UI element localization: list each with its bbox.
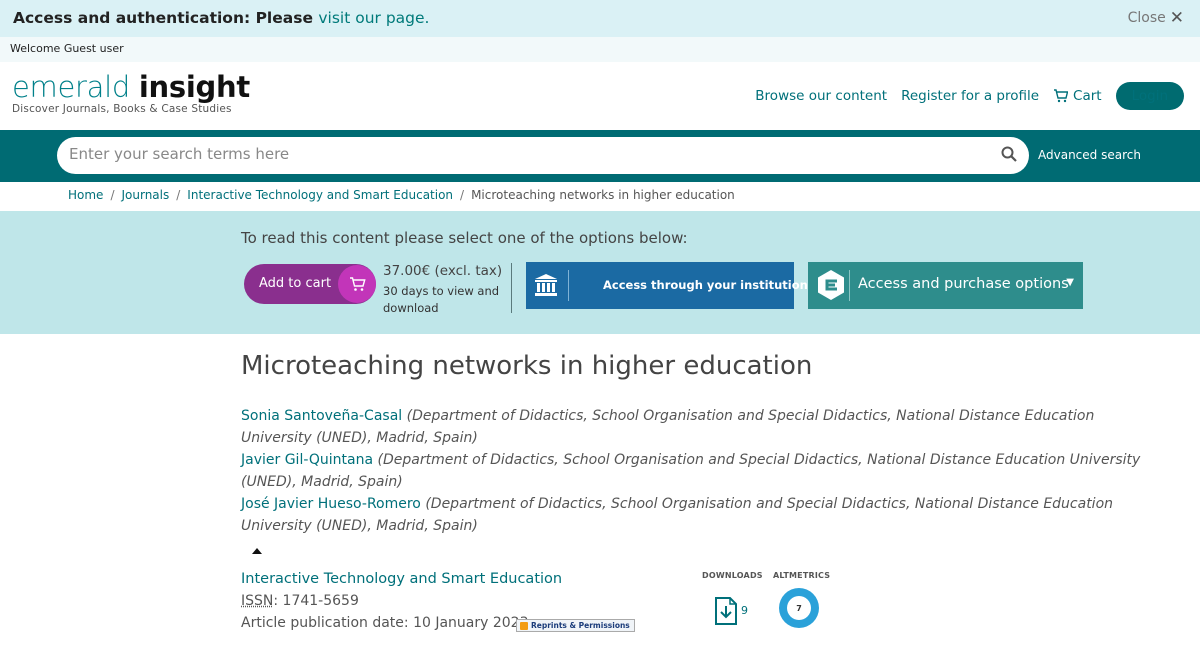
emerald-e-icon: [818, 270, 844, 300]
add-to-cart-button[interactable]: Add to cart: [244, 264, 376, 304]
cart-icon: [338, 265, 376, 303]
site-header: emerald insight Discover Journals, Books…: [0, 62, 1200, 130]
chevron-down-icon: ▼: [1066, 277, 1074, 288]
downloads-label: DOWNLOADS: [702, 571, 763, 580]
close-icon: ✕: [1169, 8, 1184, 28]
altmetric-score: 7: [787, 596, 811, 620]
close-banner-button[interactable]: Close ✕: [1127, 8, 1184, 28]
logo-tagline: Discover Journals, Books & Case Studies: [12, 103, 232, 115]
access-options-panel: To read this content please select one o…: [0, 211, 1200, 334]
access-instructions: To read this content please select one o…: [241, 229, 688, 247]
register-profile-link[interactable]: Register for a profile: [901, 88, 1039, 104]
author-entry: Sonia Santoveña-Casal (Department of Did…: [241, 405, 1146, 449]
visit-page-link[interactable]: visit our page.: [318, 9, 429, 27]
issn: ISSN: 1741-5659: [241, 593, 359, 609]
issn-value: : 1741-5659: [273, 593, 359, 609]
article-title: Microteaching networks in higher educati…: [241, 351, 813, 381]
author-name-link[interactable]: Sonia Santoveña-Casal: [241, 408, 402, 424]
publication-date: Article publication date: 10 January 202…: [241, 615, 529, 631]
author-list: Sonia Santoveña-Casal (Department of Did…: [241, 405, 1146, 537]
auth-banner-message: Access and authentication: Please: [13, 9, 319, 27]
breadcrumb-home[interactable]: Home: [68, 188, 103, 202]
reprints-icon: [520, 621, 528, 630]
browse-content-link[interactable]: Browse our content: [755, 88, 887, 104]
author-affiliation: (Department of Didactics, School Organis…: [241, 452, 1141, 490]
collapse-authors-toggle[interactable]: [252, 548, 262, 554]
advanced-search-link[interactable]: Advanced search: [1038, 148, 1141, 162]
search-input[interactable]: [69, 145, 969, 163]
add-to-cart-label: Add to cart: [259, 276, 332, 291]
breadcrumb-journals[interactable]: Journals: [121, 188, 169, 202]
author-name-link[interactable]: José Javier Hueso-Romero: [241, 496, 421, 512]
altmetrics-label: ALTMETRICS: [773, 571, 831, 580]
header-nav: Browse our content Register for a profil…: [755, 82, 1184, 110]
auth-banner: Access and authentication: Please visit …: [0, 0, 1200, 37]
welcome-text: Welcome Guest user: [10, 42, 124, 55]
breadcrumb-current: Microteaching networks in higher educati…: [471, 188, 735, 202]
journal-link[interactable]: Interactive Technology and Smart Educati…: [241, 571, 562, 587]
price: 37.00€ (excl. tax): [383, 263, 503, 279]
breadcrumb-separator: /: [460, 188, 465, 202]
downloads-count: 9: [741, 604, 748, 617]
breadcrumb-separator: /: [176, 188, 181, 202]
breadcrumb-separator: /: [110, 188, 115, 202]
divider: [568, 270, 569, 301]
breadcrumb-journal[interactable]: Interactive Technology and Smart Educati…: [187, 188, 453, 202]
reprints-permissions-button[interactable]: Reprints & Permissions: [516, 619, 635, 632]
institution-access-button[interactable]: Access through your institution: [526, 262, 808, 309]
author-name-link[interactable]: Javier Gil-Quintana: [241, 452, 373, 468]
cart-link[interactable]: Cart: [1053, 88, 1102, 104]
divider: [511, 263, 512, 313]
emerald-insight-logo[interactable]: emerald insight Discover Journals, Books…: [12, 72, 250, 115]
search-bar: Advanced search: [0, 130, 1200, 182]
altmetric-badge[interactable]: 7: [779, 588, 819, 628]
breadcrumb: Home / Journals / Interactive Technology…: [68, 188, 735, 202]
auth-banner-text: Access and authentication: Please visit …: [13, 9, 429, 27]
download-icon: [715, 597, 737, 625]
search-box: [57, 137, 1029, 174]
cart-label: Cart: [1073, 88, 1102, 104]
reprints-label: Reprints & Permissions: [531, 621, 630, 630]
divider: [849, 270, 850, 301]
logo-text-emerald: emerald: [12, 70, 139, 104]
institution-access-label: Access through your institution: [603, 278, 808, 292]
search-icon[interactable]: [1001, 146, 1017, 162]
purchase-options-button[interactable]: Access and purchase options ▼: [808, 262, 1083, 309]
author-entry: José Javier Hueso-Romero (Department of …: [241, 493, 1146, 537]
purchase-options-label: Access and purchase options: [858, 276, 1069, 292]
institution-icon: [535, 274, 557, 296]
close-label: Close: [1127, 10, 1166, 26]
cart-icon: [1054, 89, 1069, 103]
issn-label: ISSN: [241, 593, 274, 609]
welcome-bar: Welcome Guest user: [0, 37, 1200, 62]
author-entry: Javier Gil-Quintana (Department of Didac…: [241, 449, 1146, 493]
logo-text-insight: insight: [138, 70, 250, 104]
price-note: 30 days to view and download: [383, 284, 500, 315]
login-button[interactable]: Login: [1115, 82, 1184, 110]
